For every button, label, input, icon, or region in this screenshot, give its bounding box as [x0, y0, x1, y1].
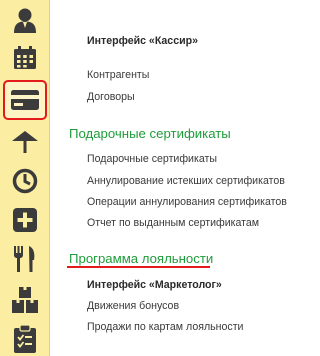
- clipboard-icon: [14, 325, 36, 353]
- plus-icon: [13, 208, 37, 232]
- bonus-movements-link[interactable]: Движения бонусов: [87, 300, 179, 313]
- clock-icon: [12, 168, 38, 194]
- calendar-icon: [13, 46, 37, 70]
- umbrella-icon: [12, 130, 38, 154]
- sidebar-item-clipboard[interactable]: [7, 321, 43, 356]
- contracts-link[interactable]: Договоры: [87, 91, 135, 104]
- sidebar-item-plus[interactable]: [7, 202, 43, 238]
- function-panel: Интерфейс «Кассир» Контрагенты Договоры …: [50, 0, 300, 356]
- interface-cashier-link[interactable]: Интерфейс «Кассир»: [87, 35, 198, 48]
- interface-marketer-link[interactable]: Интерфейс «Маркетолог»: [87, 279, 222, 292]
- loyalty-program-section-title: Программа лояльности: [69, 251, 214, 266]
- cancel-expired-certificates-link[interactable]: Аннулирование истекших сертификатов: [87, 175, 285, 188]
- loyalty-card-sales-link[interactable]: Продажи по картам лояльности: [87, 321, 243, 334]
- loyalty-program-underline: [67, 266, 210, 268]
- boxes-icon: [12, 287, 38, 313]
- sidebar-item-payment-card[interactable]: [3, 80, 47, 120]
- gift-certificates-section-title: Подарочные сертификаты: [69, 126, 231, 141]
- person-icon: [13, 7, 37, 33]
- sidebar-item-umbrella[interactable]: [7, 124, 43, 160]
- sidebar-item-clock[interactable]: [7, 163, 43, 199]
- counterparties-link[interactable]: Контрагенты: [87, 69, 149, 82]
- credit-card-icon: [11, 90, 39, 110]
- certificate-cancellation-operations-link[interactable]: Операции аннулирования сертификатов: [87, 196, 287, 209]
- gift-certificates-link[interactable]: Подарочные сертификаты: [87, 153, 217, 166]
- sidebar: [0, 0, 50, 356]
- issued-certificates-report-link[interactable]: Отчет по выданным сертификатам: [87, 217, 259, 230]
- sidebar-item-restaurant[interactable]: [7, 241, 43, 277]
- sidebar-item-calendar[interactable]: [7, 40, 43, 76]
- sidebar-item-warehouse[interactable]: [7, 282, 43, 318]
- sidebar-item-person[interactable]: [7, 2, 43, 38]
- fork-knife-icon: [13, 246, 37, 272]
